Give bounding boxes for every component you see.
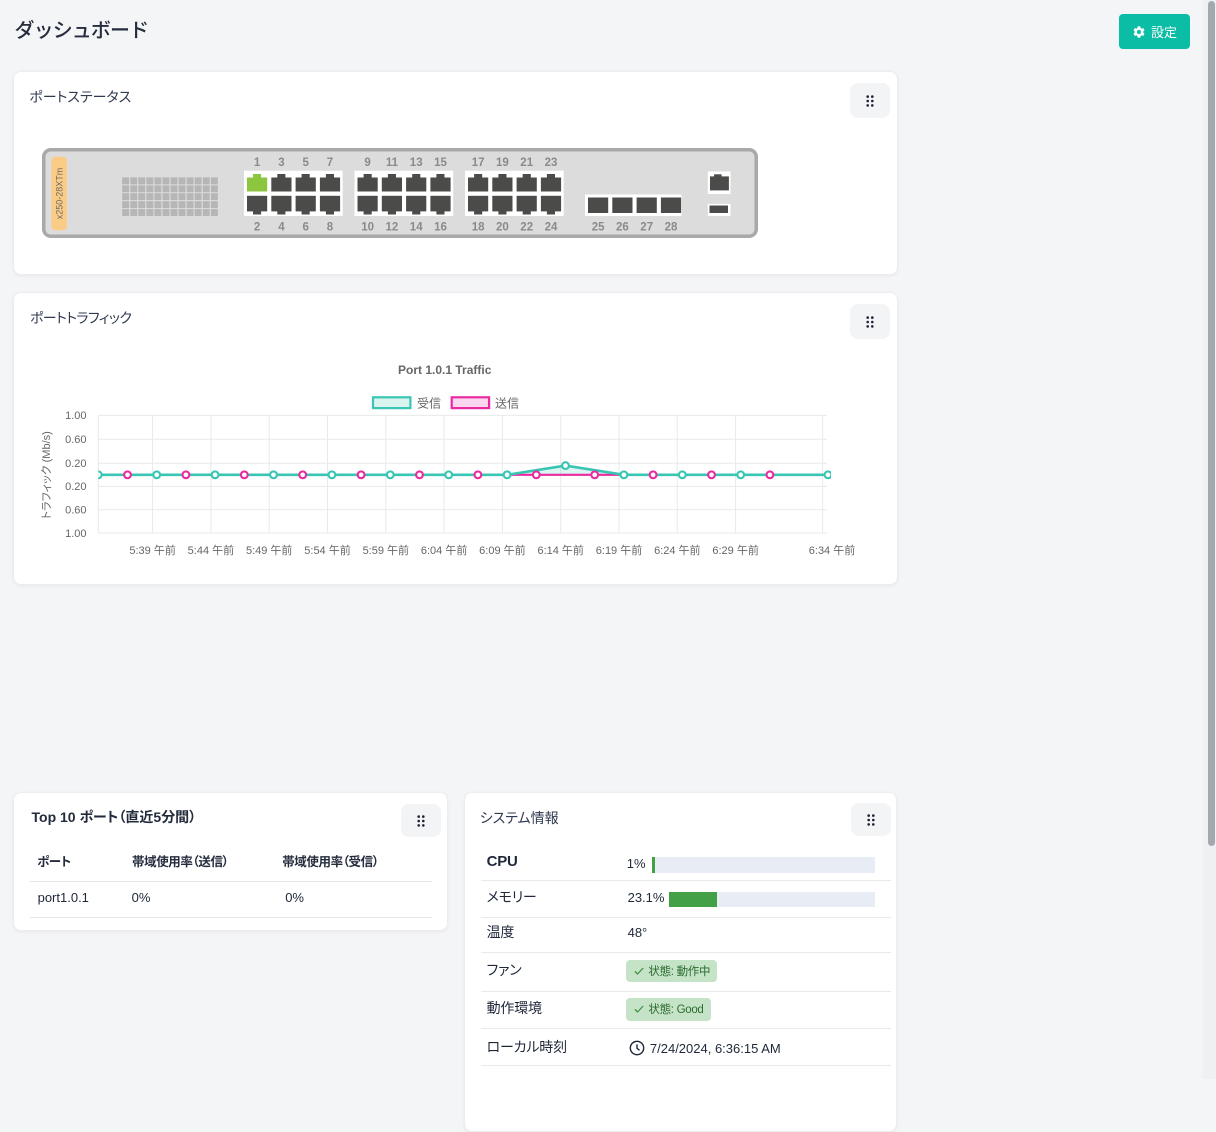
svg-text:0.20: 0.20 bbox=[65, 458, 86, 470]
svg-text:10: 10 bbox=[361, 222, 374, 234]
svg-text:6:34 午前: 6:34 午前 bbox=[809, 543, 855, 557]
svg-text:1.00: 1.00 bbox=[65, 410, 86, 422]
svg-text:12: 12 bbox=[386, 222, 399, 234]
svg-text:x250-28XTm: x250-28XTm bbox=[54, 168, 64, 220]
svg-text:6:14 午前: 6:14 午前 bbox=[537, 543, 583, 557]
svg-text:Port 1.0.1 Traffic: Port 1.0.1 Traffic bbox=[398, 363, 492, 377]
svg-text:18: 18 bbox=[472, 222, 485, 234]
svg-text:9: 9 bbox=[364, 157, 370, 169]
svg-text:1: 1 bbox=[254, 157, 261, 169]
svg-text:28: 28 bbox=[665, 222, 678, 234]
svg-text:6:09 午前: 6:09 午前 bbox=[479, 543, 525, 557]
svg-text:23: 23 bbox=[545, 157, 558, 169]
svg-text:送信: 送信 bbox=[495, 395, 519, 410]
svg-text:4: 4 bbox=[278, 222, 285, 234]
svg-text:0.60: 0.60 bbox=[65, 434, 86, 446]
svg-text:5:44 午前: 5:44 午前 bbox=[188, 543, 234, 557]
svg-text:5:54 午前: 5:54 午前 bbox=[304, 543, 350, 557]
svg-text:2: 2 bbox=[254, 222, 260, 234]
svg-text:20: 20 bbox=[496, 222, 509, 234]
svg-text:15: 15 bbox=[434, 157, 447, 169]
svg-text:27: 27 bbox=[640, 222, 653, 234]
svg-text:5:49 午前: 5:49 午前 bbox=[246, 543, 292, 557]
svg-text:受信: 受信 bbox=[417, 396, 441, 410]
svg-text:5:39 午前: 5:39 午前 bbox=[129, 543, 175, 557]
svg-text:13: 13 bbox=[410, 157, 423, 169]
svg-text:19: 19 bbox=[496, 157, 509, 169]
svg-text:1.00: 1.00 bbox=[65, 528, 86, 540]
svg-text:0.20: 0.20 bbox=[65, 481, 86, 493]
svg-text:21: 21 bbox=[520, 157, 533, 169]
svg-text:3: 3 bbox=[278, 157, 284, 169]
svg-text:25: 25 bbox=[592, 222, 605, 234]
svg-text:5:59 午前: 5:59 午前 bbox=[363, 543, 409, 557]
svg-text:7: 7 bbox=[327, 157, 333, 169]
svg-text:0.60: 0.60 bbox=[65, 505, 86, 517]
svg-text:17: 17 bbox=[472, 157, 485, 169]
svg-text:26: 26 bbox=[616, 222, 629, 234]
svg-text:6:19 午前: 6:19 午前 bbox=[596, 543, 642, 557]
svg-text:14: 14 bbox=[410, 222, 423, 234]
svg-text:6:29 午前: 6:29 午前 bbox=[712, 543, 758, 557]
svg-text:16: 16 bbox=[434, 222, 447, 234]
svg-text:6:04 午前: 6:04 午前 bbox=[421, 543, 467, 557]
svg-text:8: 8 bbox=[327, 222, 334, 234]
svg-text:6:24 午前: 6:24 午前 bbox=[654, 543, 700, 557]
svg-text:22: 22 bbox=[520, 222, 533, 234]
svg-text:6: 6 bbox=[302, 222, 308, 234]
svg-text:トラフィック (Mb/s): トラフィック (Mb/s) bbox=[40, 431, 53, 519]
svg-text:5: 5 bbox=[302, 157, 309, 169]
svg-text:24: 24 bbox=[545, 222, 558, 234]
svg-text:11: 11 bbox=[386, 157, 399, 169]
